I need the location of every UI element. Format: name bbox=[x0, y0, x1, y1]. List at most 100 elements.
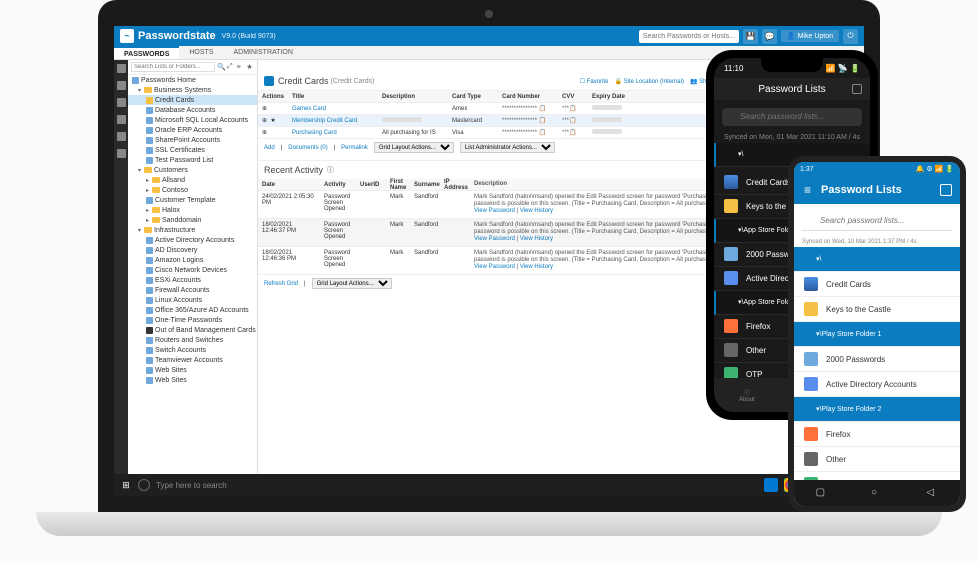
tree-item[interactable]: Active Directory Accounts bbox=[128, 235, 257, 245]
row-title[interactable]: Purchasing Card bbox=[288, 130, 378, 136]
documents-link[interactable]: Documents (0) bbox=[288, 145, 327, 151]
tab-about[interactable]: ⓘAbout bbox=[739, 388, 755, 403]
tree-item[interactable]: One-Time Passwords bbox=[128, 315, 257, 325]
notifications-icon[interactable]: 💬 bbox=[762, 29, 777, 44]
view-password-link[interactable]: View Password bbox=[474, 264, 515, 270]
tree-item[interactable]: Oracle ERP Accounts bbox=[128, 125, 257, 135]
list-item[interactable]: OTP bbox=[794, 472, 960, 480]
back-icon[interactable]: ◁ bbox=[926, 487, 938, 499]
global-search-input[interactable] bbox=[639, 30, 739, 43]
list-item[interactable]: Firefox bbox=[794, 422, 960, 447]
collapse-icon[interactable]: ≡ bbox=[237, 64, 245, 71]
tab-administration[interactable]: ADMINISTRATION bbox=[224, 46, 303, 59]
logout-icon[interactable]: ⏻ bbox=[843, 29, 858, 44]
lock-icon[interactable] bbox=[940, 184, 952, 196]
outlook-icon[interactable] bbox=[764, 478, 778, 492]
view-history-link[interactable]: View History bbox=[520, 236, 553, 242]
tree-item[interactable]: Firewall Accounts bbox=[128, 285, 257, 295]
col-expiry[interactable]: Expiry Date bbox=[588, 94, 638, 100]
tree-item[interactable]: Customer Template bbox=[128, 195, 257, 205]
tab-passwords[interactable]: PASSWORDS bbox=[114, 46, 179, 59]
tree-item[interactable]: Cisco Network Devices bbox=[128, 265, 257, 275]
list-item[interactable]: Keys to the Castle bbox=[794, 297, 960, 322]
tree-folder[interactable]: ▸Allsand bbox=[128, 175, 257, 185]
tree-item[interactable]: Office 365/Azure AD Accounts bbox=[128, 305, 257, 315]
col-surname[interactable]: Surname bbox=[410, 182, 440, 188]
tree-item[interactable]: Test Password List bbox=[128, 155, 257, 165]
tree-item[interactable]: Amazon Logins bbox=[128, 255, 257, 265]
grid-layout-select[interactable]: Grid Layout Actions... bbox=[374, 142, 454, 153]
tree-item[interactable]: Database Accounts bbox=[128, 105, 257, 115]
tree-item[interactable]: ESXi Accounts bbox=[128, 275, 257, 285]
add-link[interactable]: Add bbox=[264, 145, 275, 151]
search-icon[interactable]: 🔍 bbox=[217, 63, 225, 71]
recent-icon[interactable]: ▢ bbox=[816, 487, 828, 499]
tree-item[interactable]: Web Sites bbox=[128, 375, 257, 385]
view-history-link[interactable]: View History bbox=[520, 208, 553, 214]
col-date[interactable]: Date bbox=[258, 182, 320, 188]
star-icon[interactable]: ★ bbox=[246, 63, 254, 71]
col-cvv[interactable]: CVV bbox=[558, 94, 588, 100]
tree-item[interactable]: Routers and Switches bbox=[128, 335, 257, 345]
row-action-icon[interactable]: ⊕ bbox=[258, 129, 288, 136]
rail-icon[interactable] bbox=[117, 132, 126, 141]
list-item[interactable]: Credit Cards bbox=[794, 272, 960, 297]
list-folder[interactable]: ▾ \Play Store Folder 1 bbox=[794, 322, 960, 347]
tree-item-credit-cards[interactable]: Credit Cards bbox=[128, 95, 257, 105]
list-admin-select[interactable]: List Administrator Actions... bbox=[460, 142, 555, 153]
tree-folder[interactable]: ▸Contoso bbox=[128, 185, 257, 195]
favorite-checkbox[interactable]: ☐ Favorite bbox=[580, 78, 609, 85]
tree-item[interactable]: Teamviewer Accounts bbox=[128, 355, 257, 365]
tree-item[interactable]: Web Sites bbox=[128, 365, 257, 375]
save-icon[interactable]: 💾 bbox=[743, 29, 758, 44]
tree-item[interactable]: AD Discovery bbox=[128, 245, 257, 255]
tree-folder[interactable]: ▾Business Systems bbox=[128, 85, 257, 95]
view-password-link[interactable]: View Password bbox=[474, 236, 515, 242]
view-history-link[interactable]: View History bbox=[520, 264, 553, 270]
tree-item[interactable]: SharePoint Accounts bbox=[128, 135, 257, 145]
rail-icon[interactable] bbox=[117, 64, 126, 73]
col-description[interactable]: Description bbox=[378, 94, 448, 100]
col-ip[interactable]: IP Address bbox=[440, 179, 470, 191]
current-user[interactable]: 👤 Mike Upton bbox=[781, 30, 839, 42]
site-location-link[interactable]: 🔒 Site Location (Internal) bbox=[614, 78, 684, 85]
col-activity[interactable]: Activity bbox=[320, 182, 356, 188]
expand-icon[interactable]: ⤢ bbox=[227, 63, 235, 71]
rail-icon[interactable] bbox=[117, 149, 126, 158]
tree-folder[interactable]: ▾Customers bbox=[128, 165, 257, 175]
tab-hosts[interactable]: HOSTS bbox=[179, 46, 223, 59]
info-icon[interactable]: ⓘ bbox=[327, 165, 334, 175]
permalink-link[interactable]: Permalink bbox=[341, 145, 368, 151]
lock-icon[interactable] bbox=[852, 84, 862, 94]
tree-item[interactable]: Linux Accounts bbox=[128, 295, 257, 305]
list-item[interactable]: Other bbox=[794, 447, 960, 472]
tree-item[interactable]: Microsoft SQL Local Accounts bbox=[128, 115, 257, 125]
grid-layout-select[interactable]: Grid Layout Actions... bbox=[312, 278, 392, 289]
tree-root[interactable]: Passwords Home bbox=[128, 75, 257, 85]
android-root-folder[interactable]: ▾ \ bbox=[794, 247, 960, 272]
tree-item[interactable]: Out of Band Management Cards bbox=[128, 325, 257, 335]
taskbar-search[interactable]: Type here to search bbox=[156, 481, 276, 490]
iphone-search-input[interactable] bbox=[722, 108, 862, 126]
tree-folder[interactable]: ▸Halox bbox=[128, 205, 257, 215]
list-item[interactable]: 2000 Passwords bbox=[794, 347, 960, 372]
row-action-icon[interactable]: ⊕ ★ bbox=[258, 117, 288, 124]
col-firstname[interactable]: First Name bbox=[386, 179, 410, 191]
rail-icon[interactable] bbox=[117, 115, 126, 124]
view-password-link[interactable]: View Password bbox=[474, 208, 515, 214]
row-title[interactable]: Games Card bbox=[288, 106, 378, 112]
tree-item[interactable]: Switch Accounts bbox=[128, 345, 257, 355]
refresh-grid-link[interactable]: Refresh Grid bbox=[264, 281, 298, 287]
col-title[interactable]: Title bbox=[288, 94, 378, 100]
row-action-icon[interactable]: ⊕ bbox=[258, 105, 288, 112]
rail-icon[interactable] bbox=[117, 98, 126, 107]
tree-folder[interactable]: ▾Infrastructure bbox=[128, 225, 257, 235]
tree-folder[interactable]: ▸Sanddomain bbox=[128, 215, 257, 225]
list-item[interactable]: Active Directory Accounts bbox=[794, 372, 960, 397]
cortana-icon[interactable] bbox=[138, 479, 150, 491]
tree-item[interactable]: SSL Certificates bbox=[128, 145, 257, 155]
col-userid[interactable]: UserID bbox=[356, 182, 386, 188]
rail-icon[interactable] bbox=[117, 81, 126, 90]
android-search-input[interactable] bbox=[802, 211, 952, 231]
row-title[interactable]: Membership Credit Card bbox=[288, 118, 378, 124]
